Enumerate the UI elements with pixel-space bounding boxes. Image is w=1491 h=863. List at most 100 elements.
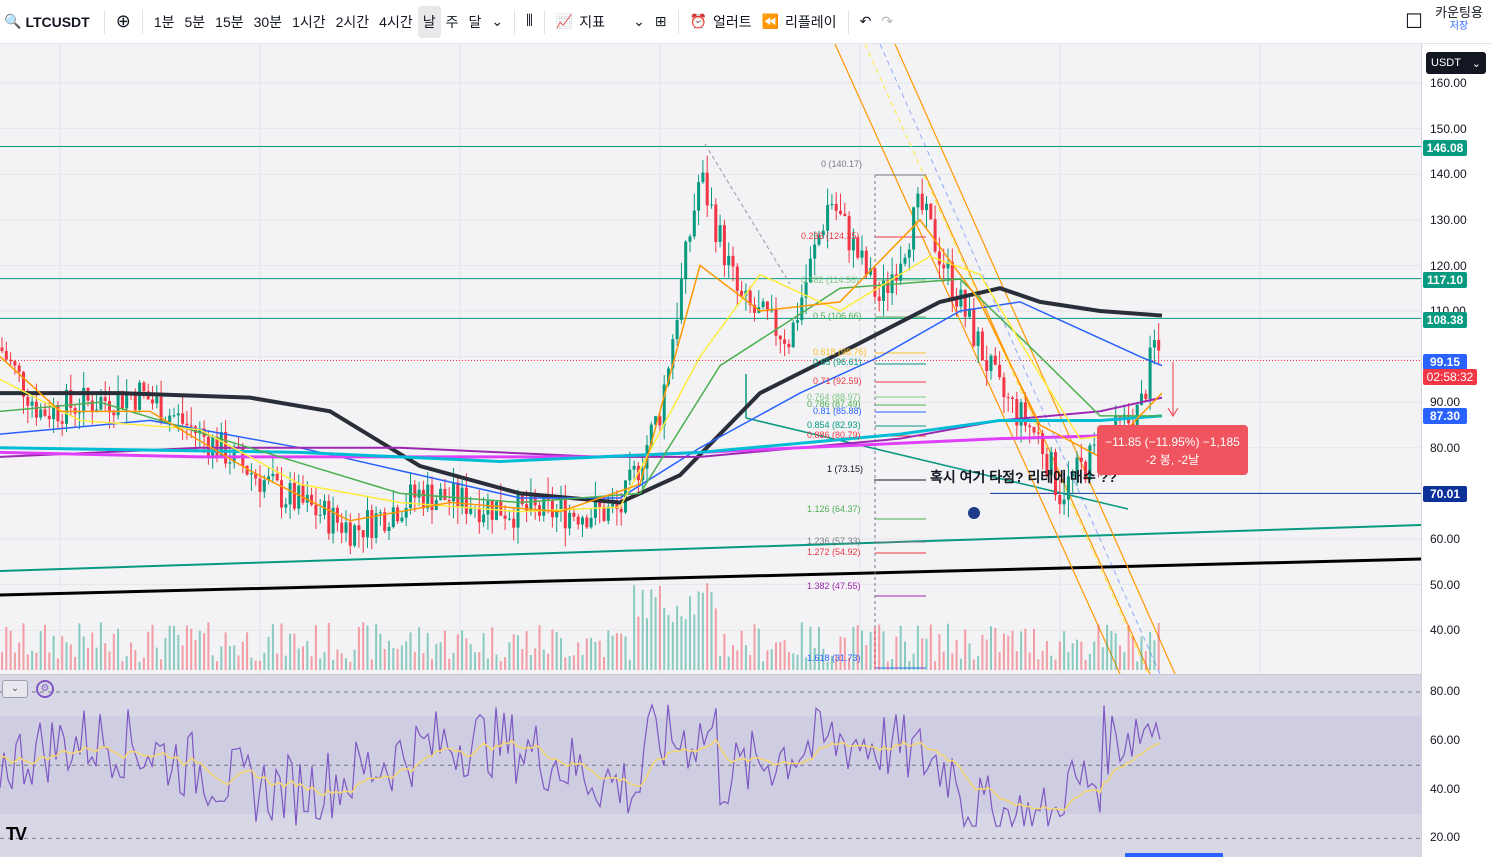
symbol-search[interactable]: 🔍 LTCUSDT — [0, 6, 98, 38]
volume-bar — [499, 661, 502, 670]
volume-bar — [1076, 639, 1078, 670]
volume-bar — [388, 640, 390, 670]
volume-bar — [117, 628, 120, 670]
candle-body — [490, 500, 494, 520]
candle-body — [378, 512, 382, 514]
interval-4h[interactable]: 4시간 — [374, 6, 418, 38]
volume-bar — [873, 627, 876, 670]
candle-body — [783, 339, 787, 344]
volume-bar — [435, 643, 438, 670]
candle-body — [761, 301, 765, 308]
volume-bar — [607, 630, 610, 670]
chevron-down-icon[interactable]: ⌄ — [628, 6, 650, 38]
volume-bar — [955, 640, 958, 670]
candle-body — [976, 331, 980, 346]
add-symbol-button[interactable]: ⊕ — [111, 6, 136, 38]
checkbox-icon[interactable]: ☐ — [1400, 6, 1428, 38]
volume-bar — [431, 659, 433, 670]
candle-body — [211, 437, 215, 457]
volume-bar — [667, 614, 670, 670]
volume-bar — [663, 607, 666, 670]
volume-bar — [276, 653, 279, 670]
interval-1w[interactable]: 주 — [441, 6, 464, 38]
volume-bar — [869, 631, 872, 670]
volume-bar — [121, 661, 124, 670]
volume-bar — [886, 661, 889, 670]
volume-bar — [994, 627, 997, 670]
replay-button[interactable]: ⏪ 리플레이 — [757, 6, 842, 38]
currency-button[interactable]: USDT ⌄ — [1426, 52, 1486, 74]
save-label: 저장 — [1449, 21, 1469, 32]
volume-bar — [1131, 636, 1134, 670]
volume-bar — [413, 651, 416, 670]
chart-area[interactable]: USDT ⌄ 160.00 150.00 140.00 130.00 120.0… — [0, 44, 1491, 857]
volume-bar — [525, 631, 528, 670]
volume-bar — [934, 661, 937, 670]
volume-bar — [1007, 635, 1010, 670]
candle-body — [907, 249, 911, 258]
fib-label: 1.382 (47.55) — [807, 581, 861, 591]
fib-label: 0.81 (85.88) — [813, 406, 862, 416]
volume-bar — [568, 656, 571, 670]
candle-body — [585, 517, 589, 528]
alarm-clock-icon: ⏰ — [689, 13, 707, 29]
undo-icon[interactable]: ↶ — [855, 6, 877, 38]
candle-body — [1036, 432, 1040, 434]
layout-grid-icon[interactable]: ⊞ — [650, 6, 672, 38]
interval-1m[interactable]: 1분 — [149, 6, 180, 38]
price-tick: 40.00 — [1430, 623, 1461, 637]
candle-body — [181, 413, 185, 424]
volume-bar — [164, 637, 167, 670]
chevron-down-icon[interactable]: ⌄ — [486, 6, 508, 38]
volume-bar — [426, 632, 429, 670]
tradingview-logo[interactable]: TV — [6, 824, 27, 845]
save-button[interactable]: 카운팅용 저장 — [1427, 6, 1491, 34]
volume-bar — [319, 658, 322, 670]
volume-bar — [1041, 650, 1044, 670]
alert-button[interactable]: ⏰ 얼러트 — [685, 6, 757, 38]
candle-body — [482, 514, 486, 523]
volume-bar — [942, 651, 945, 670]
candle-body — [469, 508, 473, 514]
volume-bar — [203, 633, 206, 670]
volume-bar — [22, 623, 25, 670]
interval-15m[interactable]: 15분 — [210, 6, 248, 38]
volume-bar — [770, 649, 773, 670]
chart-annotation[interactable]: 혹시 여기 타점? 리테에 매수 ?? — [930, 467, 1117, 487]
collapse-pane-button[interactable]: ⌄ — [2, 680, 28, 698]
rsi-tick: 60.00 — [1430, 733, 1461, 747]
candle-body — [679, 278, 683, 320]
volume-bar — [323, 652, 326, 670]
volume-bar — [1002, 633, 1005, 670]
interval-5m[interactable]: 5분 — [180, 6, 211, 38]
candle-body — [1028, 425, 1032, 427]
interval-2h[interactable]: 2시간 — [331, 6, 375, 38]
candle-body — [675, 319, 679, 340]
volume-bar — [82, 636, 85, 670]
candles-icon[interactable]: ⫴ — [521, 6, 538, 38]
rsi-pane[interactable] — [0, 674, 1421, 857]
candle-body — [275, 473, 279, 481]
interval-1d[interactable]: 날 — [417, 5, 441, 38]
candle-body — [834, 204, 838, 211]
scroll-indicator[interactable] — [1125, 853, 1223, 857]
volume-bar — [740, 630, 743, 670]
volume-bar — [259, 660, 261, 670]
volume-bar — [1037, 659, 1040, 670]
volume-bar — [1123, 652, 1126, 670]
candle-body — [602, 506, 606, 521]
volume-bar — [521, 648, 524, 670]
interval-1h[interactable]: 1시간 — [287, 6, 331, 38]
interval-30m[interactable]: 30분 — [249, 6, 287, 38]
volume-bar — [26, 654, 29, 670]
indicators-button[interactable]: 📈 지표 — [551, 6, 610, 38]
volume-bar — [345, 658, 347, 670]
interval-1M[interactable]: 달 — [464, 6, 487, 38]
volume-bar — [818, 627, 820, 670]
volume-bar — [964, 629, 967, 670]
volume-bar — [598, 640, 601, 670]
volume-bar — [383, 648, 386, 670]
redo-icon[interactable]: ↷ — [876, 6, 898, 38]
volume-bar — [998, 652, 1001, 670]
indicator-settings-icon[interactable]: ⚙ — [36, 680, 54, 698]
